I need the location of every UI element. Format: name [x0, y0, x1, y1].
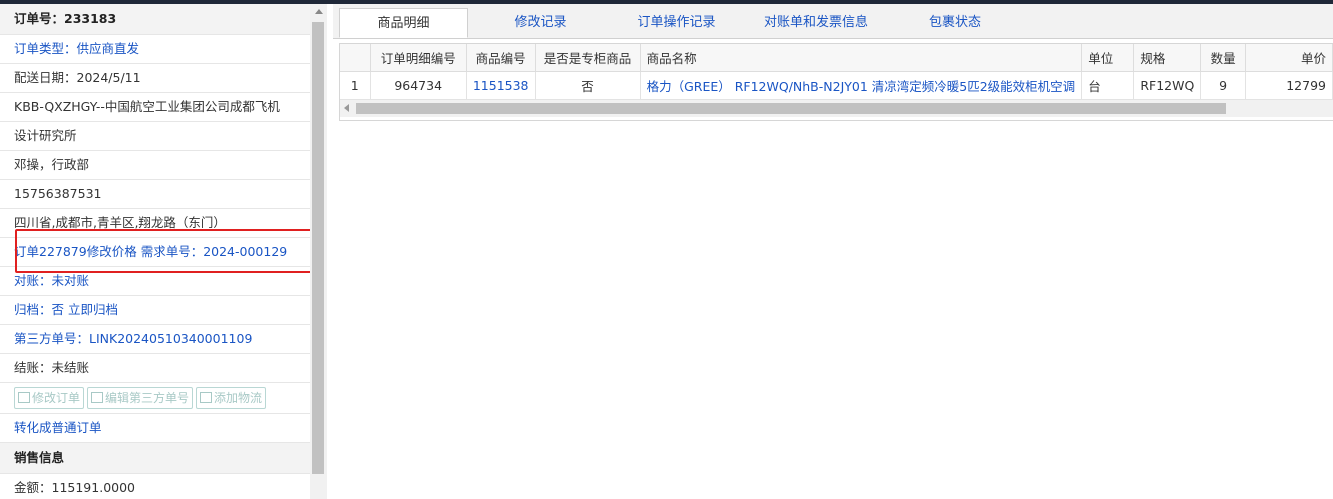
cell-counter-product: 否 [535, 71, 641, 100]
cell-quantity: 9 [1200, 71, 1246, 100]
cell-spec: RF12WQ [1133, 71, 1202, 100]
order-amount: 金额：115191.0000 [0, 474, 310, 499]
cell-detail-id: 964734 [370, 71, 467, 100]
col-header-unit[interactable]: 单位 [1081, 44, 1135, 72]
col-header-counter-product[interactable]: 是否是专柜商品 [535, 44, 641, 72]
order-number: 订单号：233183 [0, 4, 310, 35]
cell-product-id-link[interactable]: 1151538 [466, 71, 536, 100]
col-header-spec[interactable]: 规格 [1133, 44, 1202, 72]
order-type[interactable]: 订单类型：供应商直发 [0, 35, 310, 64]
table-horizontal-scrollbar[interactable] [340, 100, 1333, 117]
contact-person: 邓操，行政部 [0, 151, 310, 180]
table-header-row: 订单明细编号 商品编号 是否是专柜商品 商品名称 单位 规格 数量 单价 [340, 44, 1333, 72]
horizontal-scrollbar-thumb[interactable] [356, 103, 1226, 114]
edit-third-party-label: 编辑第三方单号 [105, 391, 190, 405]
delivery-date: 配送日期：2024/5/11 [0, 64, 310, 93]
archive-now-link[interactable]: 否 立即归档 [52, 302, 118, 317]
archive-status: 归档：否 立即归档 [0, 296, 310, 325]
tab-product-details[interactable]: 商品明细 [339, 8, 468, 38]
scroll-left-arrow-icon[interactable] [344, 104, 349, 112]
add-logistics-button[interactable]: 添加物流 [196, 387, 267, 409]
edit-icon [200, 392, 213, 403]
col-header-quantity[interactable]: 数量 [1200, 44, 1246, 72]
tab-order-operation-log[interactable]: 订单操作记录 [618, 8, 735, 38]
edit-order-button[interactable]: 修改订单 [14, 387, 85, 409]
edit-icon [18, 392, 30, 403]
order-info-panel: 订单号：233183 订单类型：供应商直发 配送日期：2024/5/11 KBB… [0, 4, 327, 499]
col-header-product-name[interactable]: 商品名称 [640, 44, 1083, 72]
company-name-line1: KBB-QXZHGY--中国航空工业集团公司成都飞机 [0, 93, 310, 122]
settlement-status: 结账：未结账 [0, 354, 310, 383]
action-buttons: 修改订单 编辑第三方单号 添加物流 [0, 383, 310, 414]
edit-order-label: 修改订单 [32, 391, 81, 405]
col-header-detail-id[interactable]: 订单明细编号 [370, 44, 467, 72]
highlight-box [15, 229, 313, 273]
tab-statement-invoice[interactable]: 对账单和发票信息 [741, 8, 891, 38]
cell-unit: 台 [1081, 71, 1135, 100]
cell-unit-price: 12799 [1245, 71, 1333, 100]
col-header-product-id[interactable]: 商品编号 [466, 44, 536, 72]
cell-product-name-link[interactable]: 格力（GREE） RF12WQ/NhB-N2JY01 清凉湾定频冷暖5匹2级能效… [640, 71, 1083, 100]
third-party-number[interactable]: 第三方单号：LINK20240510340001109 [0, 325, 310, 354]
cell-index: 1 [340, 71, 371, 100]
scrollbar-thumb[interactable] [312, 22, 324, 474]
edit-third-party-button[interactable]: 编辑第三方单号 [87, 387, 194, 409]
company-name-line2: 设计研究所 [0, 122, 310, 151]
sales-info-header: 销售信息 [0, 443, 310, 474]
left-panel-scrollbar[interactable] [310, 4, 327, 499]
add-logistics-label: 添加物流 [214, 391, 263, 405]
table-row[interactable]: 1 964734 1151538 否 格力（GREE） RF12WQ/NhB-N… [340, 71, 1333, 100]
tab-package-status[interactable]: 包裹状态 [901, 8, 1009, 38]
tab-modification-log[interactable]: 修改记录 [483, 8, 598, 38]
contact-phone: 15756387531 [0, 180, 310, 209]
scroll-up-arrow-icon[interactable] [315, 9, 323, 14]
tab-bar: 商品明细 修改记录 订单操作记录 对账单和发票信息 包裹状态 [333, 4, 1333, 39]
convert-to-normal-order-link[interactable]: 转化成普通订单 [0, 414, 310, 443]
edit-icon [91, 392, 104, 403]
archive-label: 归档： [14, 302, 52, 317]
col-header-unit-price[interactable]: 单价 [1245, 44, 1333, 72]
product-table: 订单明细编号 商品编号 是否是专柜商品 商品名称 单位 规格 数量 单价 1 9… [339, 43, 1333, 121]
col-header-index [340, 44, 371, 72]
detail-panel: 商品明细 修改记录 订单操作记录 对账单和发票信息 包裹状态 订单明细编号 商品… [333, 4, 1333, 499]
